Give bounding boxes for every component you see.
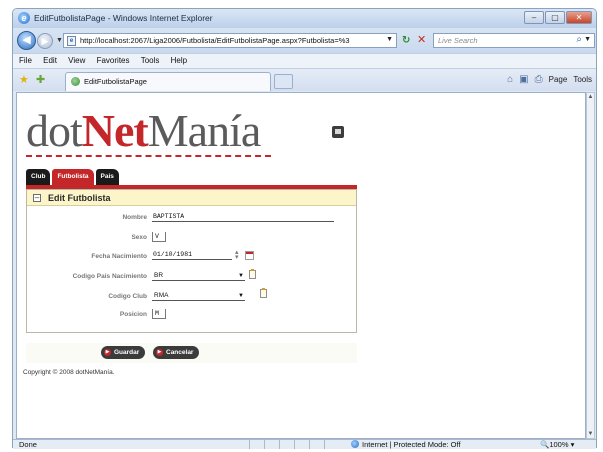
title-bar: e EditFutbolistaPage - Windows Internet …: [13, 9, 596, 28]
window-controls: – ▢ ✕: [523, 11, 592, 25]
refresh-icon[interactable]: ↻: [402, 35, 410, 46]
menu-file[interactable]: File: [19, 56, 32, 65]
tab-pais[interactable]: Pais: [95, 169, 119, 185]
ie-logo-icon: e: [18, 12, 30, 24]
back-button[interactable]: ◀: [17, 31, 36, 50]
tools-menu[interactable]: Tools: [573, 75, 592, 84]
vertical-scrollbar[interactable]: ▲ ▼: [586, 92, 595, 439]
codigo-club-value[interactable]: RMA: [154, 292, 168, 299]
save-button[interactable]: ▶ Guardar: [101, 346, 146, 359]
edit-panel: – Edit Futbolista Nombre BAPTISTA Sexo V…: [26, 189, 357, 333]
status-cells: [249, 440, 339, 450]
feeds-icon[interactable]: ▣: [519, 74, 528, 85]
globe-icon: [351, 440, 359, 448]
posicion-input[interactable]: M: [152, 309, 166, 319]
page-menu[interactable]: Page: [549, 75, 568, 84]
search-box[interactable]: Live Search ⌕ ▼: [433, 33, 595, 48]
cancel-button-label[interactable]: Cancelar: [166, 349, 193, 356]
add-favorites-icon[interactable]: ✚: [36, 73, 45, 86]
history-dropdown-icon[interactable]: ▼: [56, 37, 63, 44]
search-icon[interactable]: ⌕: [576, 34, 582, 45]
codigo-club-select[interactable]: RMA ▼: [152, 291, 245, 301]
home-icon[interactable]: ⌂: [507, 74, 513, 85]
minimize-button[interactable]: –: [524, 11, 544, 24]
security-zone-label[interactable]: Internet | Protected Mode: Off: [362, 440, 461, 449]
address-dropdown-icon[interactable]: ▼: [386, 36, 393, 43]
page-icon: e: [67, 36, 76, 46]
favorites-star-icon[interactable]: ★: [19, 73, 29, 86]
address-row: ◀ ▶ ▼ e http://localhost:2067/Liga2006/F…: [13, 28, 596, 53]
lookup-pais-icon[interactable]: [249, 269, 256, 279]
security-zone[interactable]: Internet | Protected Mode: Off: [351, 440, 461, 449]
url-text[interactable]: http://localhost:2067/Liga2006/Futbolist…: [80, 36, 380, 45]
sexo-label: Sexo: [131, 234, 147, 241]
window-title: EditFutbolistaPage - Windows Internet Ex…: [34, 13, 213, 23]
codigo-pais-label: Codigo Pais Nacimiento: [72, 273, 147, 280]
print-icon[interactable]: ⎙: [535, 74, 543, 85]
arrow-right-icon: ▶: [156, 349, 163, 356]
browser-window: e EditFutbolistaPage - Windows Internet …: [12, 8, 597, 449]
sexo-input[interactable]: V: [152, 232, 166, 242]
tab-page-icon: [71, 77, 80, 86]
lookup-club-icon[interactable]: [260, 288, 267, 298]
logo-dot: dot: [26, 105, 83, 156]
logo-mania: Manía: [147, 105, 262, 156]
fecha-nacimiento-label: Fecha Nacimiento: [91, 253, 147, 260]
new-tab-button[interactable]: [274, 74, 293, 89]
fecha-nacimiento-input[interactable]: 01/10/1981: [152, 250, 232, 260]
tab-bar: ★ ✚ EditFutbolistaPage ⌂ ▣ ⎙ Page Tools: [13, 68, 596, 91]
stop-icon[interactable]: ✕: [417, 33, 426, 46]
save-button-label[interactable]: Guardar: [114, 349, 139, 356]
menu-favorites[interactable]: Favorites: [97, 56, 130, 65]
search-dropdown-icon[interactable]: ▼: [584, 36, 591, 43]
scroll-up-icon[interactable]: ▲: [587, 94, 594, 100]
site-logo: dotNetManía: [26, 105, 262, 156]
address-bar[interactable]: e http://localhost:2067/Liga2006/Futboli…: [63, 33, 397, 48]
search-placeholder[interactable]: Live Search: [438, 36, 478, 45]
menu-bar: File Edit View Favorites Tools Help: [13, 53, 596, 68]
chevron-down-icon[interactable]: ▼: [238, 271, 244, 281]
panel-header: – Edit Futbolista: [27, 190, 356, 206]
copyright-text: Copyright © 2008 dotNetManía.: [23, 369, 115, 376]
menu-edit[interactable]: Edit: [43, 56, 57, 65]
logo-underline: [26, 155, 271, 157]
status-text: Done: [19, 440, 37, 449]
menu-help[interactable]: Help: [171, 56, 187, 65]
calendar-icon[interactable]: [245, 251, 254, 260]
cancel-button[interactable]: ▶ Cancelar: [153, 346, 200, 359]
codigo-pais-value[interactable]: BR: [154, 272, 163, 279]
arrow-right-icon: ▶: [104, 349, 111, 356]
panel-title: Edit Futbolista: [48, 193, 111, 203]
forward-button[interactable]: ▶: [37, 33, 53, 49]
nombre-input[interactable]: BAPTISTA: [152, 212, 334, 222]
entity-tabs: Club Futbolista Pais: [26, 169, 121, 185]
menu-tools[interactable]: Tools: [141, 56, 160, 65]
codigo-club-label: Codigo Club: [108, 293, 147, 300]
button-bar: ▶ Guardar ▶ Cancelar: [26, 343, 357, 363]
page-content: dotNetManía Club Futbolista Pais – Edit …: [16, 92, 586, 439]
browser-tab-label[interactable]: EditFutbolistaPage: [84, 77, 147, 86]
maximize-button[interactable]: ▢: [545, 11, 565, 24]
codigo-pais-select[interactable]: BR ▼: [152, 271, 245, 281]
window-icon[interactable]: [332, 126, 344, 138]
close-button[interactable]: ✕: [566, 11, 592, 24]
logo-net: Net: [81, 105, 149, 156]
collapse-icon[interactable]: –: [33, 194, 41, 202]
nombre-label: Nombre: [122, 214, 147, 221]
chevron-down-icon[interactable]: ▼: [238, 291, 244, 301]
command-bar: ⌂ ▣ ⎙ Page Tools: [501, 74, 592, 85]
browser-tab[interactable]: EditFutbolistaPage: [65, 72, 271, 91]
menu-view[interactable]: View: [68, 56, 85, 65]
status-bar: Done Internet | Protected Mode: Off 🔍100…: [13, 439, 596, 449]
tab-futbolista[interactable]: Futbolista: [52, 169, 94, 185]
tab-club[interactable]: Club: [26, 169, 51, 185]
date-spinner-icon[interactable]: ▴ ▾: [235, 249, 239, 261]
scroll-down-icon[interactable]: ▼: [587, 431, 594, 437]
posicion-label: Posicion: [119, 311, 147, 318]
zoom-level[interactable]: 🔍100% ▾: [540, 440, 574, 449]
zoom-value[interactable]: 100%: [549, 440, 568, 449]
